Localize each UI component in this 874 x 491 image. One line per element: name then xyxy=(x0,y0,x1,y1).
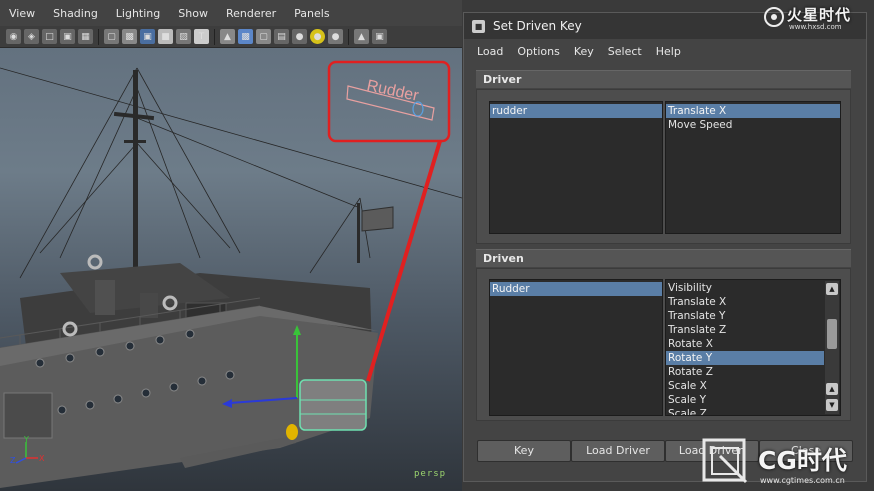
viewport-toolbar: ◉ ◈ □ ▣ ▦ ▢ ▩ ▣ ■ ▨ T ▲ ▩ ▢ ▤ ● ● ● ▲ ▣ xyxy=(0,26,462,48)
driven-attr-scale-z[interactable]: Scale Z xyxy=(666,407,824,415)
toolbar-separator xyxy=(98,28,99,45)
driver-attr-translate-x[interactable]: Translate X xyxy=(666,104,840,118)
image-plane-icon[interactable]: ▣ xyxy=(60,29,75,44)
hxsd-watermark-text: 火星时代 xyxy=(787,6,852,24)
toolbar-separator xyxy=(348,28,349,45)
grid-toggle-icon[interactable]: ▦ xyxy=(78,29,93,44)
driver-section: rudder Translate X Move Speed xyxy=(476,89,851,244)
menu-lighting[interactable]: Lighting xyxy=(107,7,169,20)
menu-show[interactable]: Show xyxy=(169,7,217,20)
driven-attribute-list[interactable]: Visibility Translate X Translate Y Translat… xyxy=(665,279,841,416)
cgtimes-watermark-text: CG时代 xyxy=(758,446,847,475)
wireframe-icon[interactable]: ▢ xyxy=(104,29,119,44)
viewport-menubar: View Shading Lighting Show Renderer Panels xyxy=(0,0,462,26)
menu-view[interactable]: View xyxy=(0,7,44,20)
menu-renderer[interactable]: Renderer xyxy=(217,7,285,20)
scrollbar-thumb[interactable] xyxy=(827,319,837,349)
camera-icon[interactable]: ◉ xyxy=(6,29,21,44)
driven-section-header[interactable]: Driven xyxy=(476,249,851,267)
driven-section: Rudder Visibility Translate X Translate YT… xyxy=(476,268,851,421)
sdk-menu-options[interactable]: Options xyxy=(510,45,566,58)
camera-attr-icon[interactable]: ◈ xyxy=(24,29,39,44)
driven-object-list[interactable]: Rudder xyxy=(489,279,663,416)
gate-mask-icon[interactable]: ■ xyxy=(158,29,173,44)
film-gate-icon[interactable]: ▩ xyxy=(122,29,137,44)
default-light-icon[interactable]: ● xyxy=(292,29,307,44)
driver-object-rudder[interactable]: rudder xyxy=(490,104,662,118)
safe-title-icon[interactable]: T xyxy=(194,29,209,44)
bounding-box-icon[interactable]: ▢ xyxy=(256,29,271,44)
load-driver-button[interactable]: Load Driver xyxy=(571,440,665,462)
sdk-menu-select[interactable]: Select xyxy=(601,45,649,58)
driven-attr-scale-x[interactable]: Scale X xyxy=(666,379,824,393)
driven-attr-translate-y[interactable]: Translate Y xyxy=(666,309,824,323)
driven-attr-rotate-y[interactable]: Rotate Y xyxy=(666,351,824,365)
axis-x-label: X xyxy=(39,454,45,463)
cgtimes-logo-icon xyxy=(702,438,748,484)
shadow-icon[interactable]: ● xyxy=(310,29,325,44)
cgtimes-watermark: CG时代 www.cgtimes.com.cn xyxy=(700,436,870,488)
menu-panels[interactable]: Panels xyxy=(285,7,338,20)
driven-attr-translate-x[interactable]: Translate X xyxy=(666,295,824,309)
set-driven-key-window: ■ Set Driven Key Load Options Key Select Hel… xyxy=(463,12,867,482)
field-chart-icon[interactable]: ▨ xyxy=(176,29,191,44)
cgtimes-watermark-url: www.cgtimes.com.cn xyxy=(760,476,845,485)
driver-attr-move-speed[interactable]: Move Speed xyxy=(666,118,840,132)
driven-attr-rotate-z[interactable]: Rotate Z xyxy=(666,365,824,379)
driven-attr-visibility[interactable]: Visibility xyxy=(666,281,824,295)
resolution-gate-icon[interactable]: ▣ xyxy=(140,29,155,44)
driver-object-list[interactable]: rudder xyxy=(489,101,663,234)
bookmark-icon[interactable]: □ xyxy=(42,29,57,44)
driven-object-rudder[interactable]: Rudder xyxy=(490,282,662,296)
driven-attr-translate-z[interactable]: Translate Z xyxy=(666,323,824,337)
camera-label: persp xyxy=(414,469,447,479)
driver-section-header[interactable]: Driver xyxy=(476,70,851,88)
ambient-occlusion-icon[interactable]: ● xyxy=(328,29,343,44)
window-title: Set Driven Key xyxy=(493,19,582,33)
menu-shading[interactable]: Shading xyxy=(44,7,107,20)
maya-app-icon: ■ xyxy=(472,19,485,33)
scroll-up-arrow-icon[interactable]: ▲ xyxy=(826,283,838,295)
sdk-menu-key[interactable]: Key xyxy=(567,45,601,58)
scroll-down-arrow-icon[interactable]: ▼ xyxy=(826,399,838,411)
sdk-menubar: Load Options Key Select Help xyxy=(464,39,866,63)
key-button[interactable]: Key xyxy=(477,440,571,462)
hxsd-watermark-url: www.hxsd.com xyxy=(789,23,842,31)
scroll-page-up-icon[interactable]: ▲ xyxy=(826,383,838,395)
axis-z-label: Z xyxy=(10,456,16,465)
driven-attr-rotate-x[interactable]: Rotate X xyxy=(666,337,824,351)
driver-attribute-list[interactable]: Translate X Move Speed xyxy=(665,101,841,234)
ship-scene[interactable]: Rudder xyxy=(0,48,462,491)
hxsd-watermark: 火星时代 www.hxsd.com xyxy=(763,3,871,33)
texture-icon[interactable]: ▤ xyxy=(274,29,289,44)
sdk-menu-help[interactable]: Help xyxy=(649,45,688,58)
isolate-select-icon[interactable]: ▲ xyxy=(354,29,369,44)
smooth-shade-icon[interactable]: ▩ xyxy=(238,29,253,44)
hxsd-logo-icon xyxy=(764,7,784,27)
driven-attr-scale-y[interactable]: Scale Y xyxy=(666,393,824,407)
rudder-control-label: Rudder xyxy=(365,77,421,105)
sdk-menu-load[interactable]: Load xyxy=(470,45,510,58)
axis-y-label: Y xyxy=(23,436,29,444)
axis-gizmo: Y X Z xyxy=(10,436,45,465)
perspective-viewport[interactable]: View Shading Lighting Show Renderer Panels ◉ ◈… xyxy=(0,0,462,491)
toolbar-separator xyxy=(214,28,215,45)
driven-attribute-scrollbar[interactable]: ▲ ▲ ▼ xyxy=(825,281,839,414)
xray-icon[interactable]: ▣ xyxy=(372,29,387,44)
wireframe-shading-icon[interactable]: ▲ xyxy=(220,29,235,44)
